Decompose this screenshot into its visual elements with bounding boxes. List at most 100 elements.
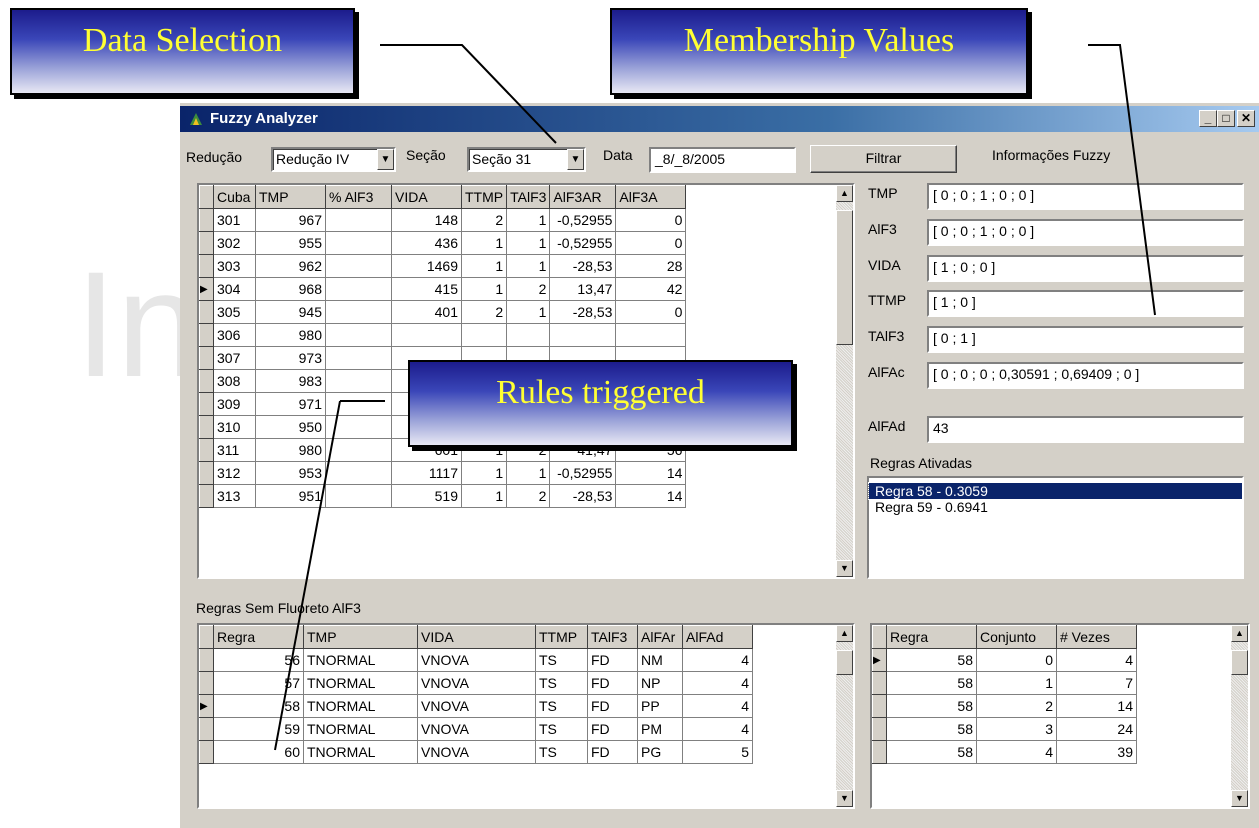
column-header[interactable]: AlFAd — [682, 625, 753, 649]
table-cell[interactable]: TNORMAL — [303, 694, 418, 718]
table-cell[interactable]: 1 — [506, 231, 551, 255]
table-cell[interactable] — [325, 300, 392, 324]
scroll-down-icon[interactable]: ▼ — [836, 560, 853, 577]
row-indicator[interactable] — [199, 231, 214, 255]
table-cell[interactable]: 306 — [213, 323, 256, 347]
table-cell[interactable]: 1 — [976, 671, 1057, 695]
table-cell[interactable]: 1 — [506, 300, 551, 324]
scroll-thumb[interactable] — [836, 650, 853, 675]
table-cell[interactable]: 980 — [255, 323, 326, 347]
table-cell[interactable]: -0,52955 — [549, 208, 617, 232]
table-cell[interactable]: 58 — [886, 694, 977, 718]
table-cell[interactable]: PM — [637, 717, 683, 741]
table-cell[interactable]: 0 — [615, 208, 687, 232]
table-cell[interactable]: 308 — [213, 369, 256, 393]
column-header[interactable]: TMP — [303, 625, 418, 649]
table-cell[interactable]: 148 — [391, 208, 462, 232]
table-cell[interactable]: 304 — [213, 277, 256, 301]
table-cell[interactable]: 1 — [506, 208, 551, 232]
table-cell[interactable]: 436 — [391, 231, 462, 255]
table-cell[interactable]: 973 — [255, 346, 326, 370]
table-cell[interactable]: 1469 — [391, 254, 462, 278]
table-row[interactable]: 60 TNORMAL VNOVA TS FD PG 5 — [199, 740, 753, 764]
table-cell[interactable] — [460, 323, 508, 347]
row-indicator[interactable] — [872, 740, 887, 764]
column-header[interactable]: TMP — [255, 185, 326, 209]
table-cell[interactable]: 983 — [255, 369, 326, 393]
table-cell[interactable]: 59 — [213, 717, 304, 741]
table-cell[interactable]: 309 — [213, 392, 256, 416]
table-cell[interactable]: NM — [637, 648, 683, 672]
table-cell[interactable]: 58 — [886, 648, 977, 672]
table-cell[interactable]: 0 — [976, 648, 1057, 672]
scroll-up-icon[interactable]: ▲ — [836, 185, 853, 202]
table-row[interactable]: ▶ 58 TNORMAL VNOVA TS FD PP 4 — [199, 694, 753, 718]
table-cell[interactable]: 955 — [255, 231, 326, 255]
column-header[interactable]: Regra — [886, 625, 977, 649]
table-row[interactable]: 58 2 14 — [872, 694, 1137, 718]
title-bar[interactable]: Fuzzy Analyzer _ □ ✕ — [180, 106, 1259, 132]
table-cell[interactable]: 58 — [886, 740, 977, 764]
row-indicator[interactable]: ▶ — [199, 694, 214, 718]
table-cell[interactable]: TS — [535, 740, 588, 764]
table-cell[interactable]: FD — [587, 648, 638, 672]
table-cell[interactable]: 58 — [886, 717, 977, 741]
table-cell[interactable] — [325, 346, 392, 370]
scroll-thumb[interactable] — [1231, 650, 1248, 675]
table-cell[interactable] — [325, 277, 392, 301]
table-cell[interactable]: PG — [637, 740, 683, 764]
table-cell[interactable]: TS — [535, 717, 588, 741]
table-cell[interactable]: 1 — [460, 461, 508, 485]
table-cell[interactable]: 4 — [682, 648, 753, 672]
table-cell[interactable]: -28,53 — [549, 484, 617, 508]
table-cell[interactable]: 1 — [460, 277, 508, 301]
table-cell[interactable]: 14 — [1056, 694, 1137, 718]
count-scrollbar[interactable]: ▲ ▼ — [1231, 625, 1248, 807]
table-cell[interactable]: 57 — [213, 671, 304, 695]
table-cell[interactable]: 310 — [213, 415, 256, 439]
table-cell[interactable] — [391, 323, 462, 347]
info-field-alfac[interactable]: [ 0 ; 0 ; 0 ; 0,30591 ; 0,69409 ; 0 ] — [927, 362, 1244, 389]
row-indicator[interactable] — [199, 717, 214, 741]
table-row[interactable]: ▶ 58 0 4 — [872, 648, 1137, 672]
row-indicator[interactable] — [199, 392, 214, 416]
table-cell[interactable]: 313 — [213, 484, 256, 508]
row-indicator[interactable] — [199, 484, 214, 508]
main-scrollbar[interactable]: ▲ ▼ — [836, 185, 853, 577]
row-indicator[interactable] — [199, 369, 214, 393]
table-row[interactable]: 305 945 401 2 1 -28,53 0 — [199, 300, 687, 324]
column-header[interactable]: Regra — [213, 625, 304, 649]
table-cell[interactable]: FD — [587, 694, 638, 718]
table-cell[interactable]: TS — [535, 694, 588, 718]
table-cell[interactable] — [325, 484, 392, 508]
table-cell[interactable] — [325, 208, 392, 232]
table-row[interactable]: 301 967 148 2 1 -0,52955 0 — [199, 208, 687, 232]
table-cell[interactable]: 28 — [615, 254, 687, 278]
scroll-down-icon[interactable]: ▼ — [1231, 790, 1248, 807]
table-cell[interactable]: 3 — [976, 717, 1057, 741]
table-cell[interactable]: -28,53 — [549, 254, 617, 278]
count-grid[interactable]: Regra Conjunto # Vezes ▶ 58 0 4 58 1 7 58 2 14 58 3 24 5… — [870, 623, 1250, 809]
row-indicator[interactable] — [199, 438, 214, 462]
table-cell[interactable] — [549, 323, 617, 347]
table-cell[interactable]: 519 — [391, 484, 462, 508]
table-cell[interactable]: 953 — [255, 461, 326, 485]
info-field-tmp[interactable]: [ 0 ; 0 ; 1 ; 0 ; 0 ] — [927, 183, 1244, 210]
close-button[interactable]: ✕ — [1237, 110, 1255, 127]
minimize-button[interactable]: _ — [1199, 110, 1217, 127]
rules-scrollbar[interactable]: ▲ ▼ — [836, 625, 853, 807]
table-cell[interactable]: 312 — [213, 461, 256, 485]
table-cell[interactable]: TNORMAL — [303, 671, 418, 695]
date-input[interactable]: _8/_8/2005 — [649, 147, 796, 173]
table-row[interactable]: 57 TNORMAL VNOVA TS FD NP 4 — [199, 671, 753, 695]
table-row[interactable]: 56 TNORMAL VNOVA TS FD NM 4 — [199, 648, 753, 672]
row-indicator[interactable] — [199, 323, 214, 347]
table-cell[interactable]: 4 — [682, 671, 753, 695]
table-cell[interactable]: FD — [587, 740, 638, 764]
column-header[interactable]: % AlF3 — [325, 185, 392, 209]
table-cell[interactable]: 56 — [213, 648, 304, 672]
column-header[interactable]: Cuba — [213, 185, 256, 209]
regras-ativadas-list[interactable]: Regra 58 - 0.3059 Regra 59 - 0.6941 — [867, 476, 1244, 579]
table-cell[interactable]: 2 — [460, 300, 508, 324]
table-cell[interactable]: 971 — [255, 392, 326, 416]
